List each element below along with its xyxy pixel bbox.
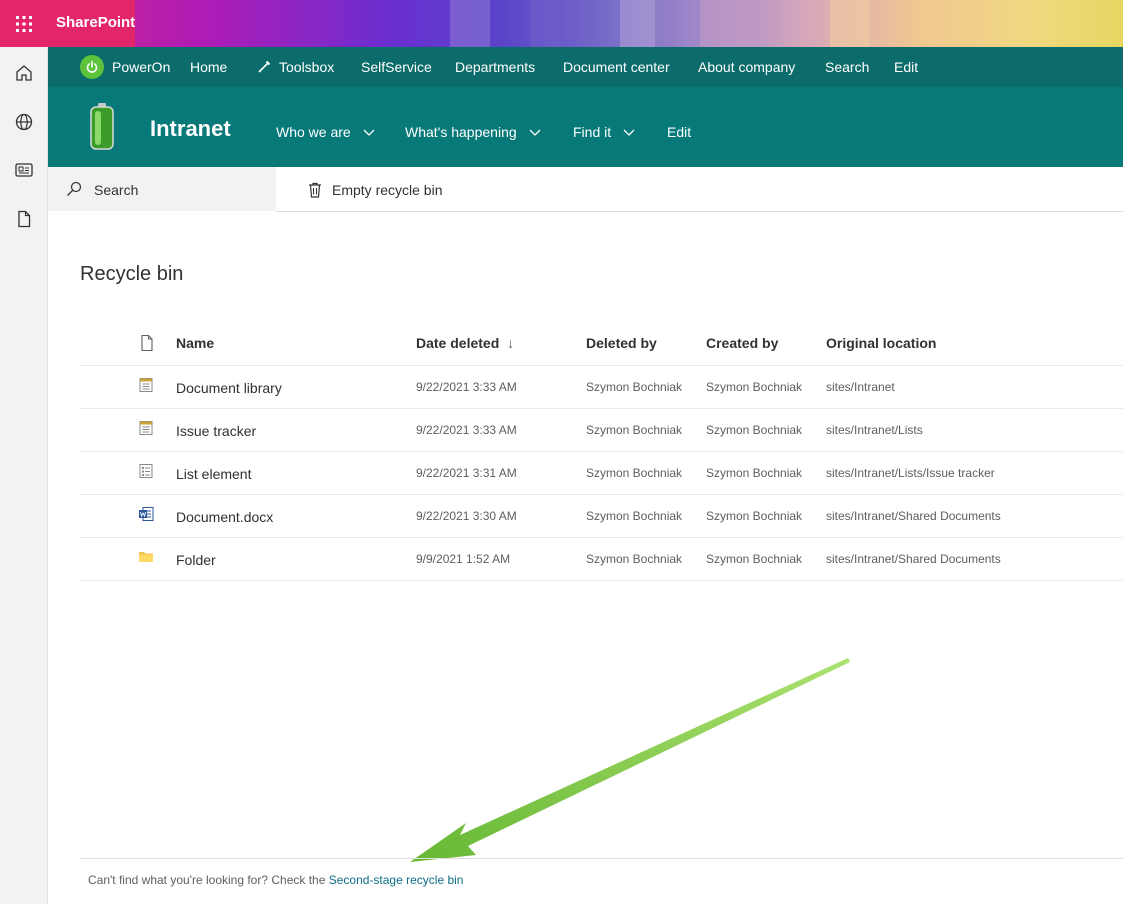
table-row[interactable]: Document library 9/22/2021 3:33 AM Szymo… [80, 365, 1123, 408]
home-icon[interactable] [14, 63, 34, 83]
hub-item-document-center[interactable]: Document center [563, 59, 670, 75]
site-nav-whats-happening[interactable]: What's happening [405, 124, 541, 140]
list-item-icon [138, 463, 154, 479]
hub-item-toolsbox[interactable]: Toolsbox [279, 59, 334, 75]
row-created-by: Szymon Bochniak [706, 423, 803, 437]
column-header-name[interactable]: Name [176, 335, 214, 351]
chevron-down-icon [529, 129, 541, 136]
site-nav-find-it[interactable]: Find it [573, 124, 635, 140]
column-header-created-by[interactable]: Created by [706, 335, 778, 351]
row-created-by: Szymon Bochniak [706, 552, 803, 566]
footer-divider [80, 858, 1123, 859]
word-icon [138, 506, 154, 522]
green-arrow-annotation [410, 658, 850, 862]
suite-bar-decoration [620, 0, 655, 47]
site-nav-label: Who we are [276, 124, 351, 140]
row-original-location: sites/Intranet/Lists/Issue tracker [826, 466, 995, 480]
site-nav-edit[interactable]: Edit [667, 124, 691, 140]
waffle-icon [15, 15, 32, 32]
row-name: List element [176, 466, 252, 482]
empty-recycle-bin-label: Empty recycle bin [332, 182, 443, 198]
row-deleted-by: Szymon Bochniak [586, 509, 683, 523]
column-header-deleted-by[interactable]: Deleted by [586, 335, 657, 351]
site-nav-who-we-are[interactable]: Who we are [276, 124, 375, 140]
sharepoint-brand-link[interactable]: SharePoint [56, 14, 135, 31]
trash-icon [309, 182, 321, 198]
row-name: Document.docx [176, 509, 274, 525]
app-launcher-button[interactable] [0, 0, 47, 47]
row-date-deleted: 9/9/2021 1:52 AM [416, 552, 511, 566]
footer-message: Can't find what you're looking for? Chec… [88, 873, 463, 887]
table-row[interactable]: Folder 9/9/2021 1:52 AM Szymon Bochniak … [80, 537, 1123, 580]
row-original-location: sites/Intranet [826, 380, 895, 394]
file-type-icon[interactable] [138, 334, 156, 352]
row-created-by: Szymon Bochniak [706, 466, 803, 480]
suite-bar-decoration [830, 0, 870, 47]
row-date-deleted: 9/22/2021 3:30 AM [416, 509, 517, 523]
suite-bar [0, 0, 1123, 47]
list-icon [138, 420, 154, 436]
chevron-down-icon [363, 129, 375, 136]
sort-descending-icon: ↓ [507, 335, 515, 351]
hub-item-departments[interactable]: Departments [455, 59, 535, 75]
footer-text: Can't find what you're looking for? Chec… [88, 873, 329, 887]
row-date-deleted: 9/22/2021 3:33 AM [416, 380, 517, 394]
column-header-label: Date deleted [416, 335, 500, 351]
table-row[interactable]: Document.docx 9/22/2021 3:30 AM Szymon B… [80, 494, 1123, 537]
hub-item-poweron[interactable]: PowerOn [112, 59, 170, 75]
row-created-by: Szymon Bochniak [706, 380, 803, 394]
suite-bar-decoration [530, 0, 560, 47]
search-box [48, 167, 276, 211]
list-icon [138, 377, 154, 393]
row-name: Issue tracker [176, 423, 257, 439]
column-header-date-deleted[interactable]: Date deleted ↓ [416, 335, 514, 351]
table-row[interactable]: Issue tracker 9/22/2021 3:33 AM Szymon B… [80, 408, 1123, 451]
battery-logo-icon[interactable] [88, 103, 116, 151]
folder-icon [138, 549, 154, 565]
row-name: Document library [176, 380, 282, 396]
empty-recycle-bin-button[interactable]: Empty recycle bin [306, 178, 442, 202]
row-date-deleted: 9/22/2021 3:33 AM [416, 423, 517, 437]
suite-bar-decoration [450, 0, 490, 47]
row-deleted-by: Szymon Bochniak [586, 552, 683, 566]
row-original-location: sites/Intranet/Shared Documents [826, 552, 1001, 566]
left-app-bar [0, 47, 48, 904]
news-icon[interactable] [14, 160, 34, 180]
hub-item-about-company[interactable]: About company [698, 59, 795, 75]
page-title: Recycle bin [80, 263, 184, 285]
site-title[interactable]: Intranet [150, 116, 231, 142]
column-header-original-location[interactable]: Original location [826, 335, 936, 351]
toolbox-icon [256, 59, 272, 75]
chevron-down-icon [623, 129, 635, 136]
hub-item-selfservice[interactable]: SelfService [361, 59, 432, 75]
row-original-location: sites/Intranet/Shared Documents [826, 509, 1001, 523]
row-created-by: Szymon Bochniak [706, 509, 803, 523]
command-bar-divider [276, 211, 1123, 212]
hub-item-search[interactable]: Search [825, 59, 869, 75]
poweron-logo-icon[interactable] [80, 55, 104, 79]
hub-item-home[interactable]: Home [190, 59, 227, 75]
search-icon [67, 181, 82, 196]
site-nav-label: Edit [667, 124, 692, 140]
document-icon[interactable] [14, 209, 34, 229]
globe-icon[interactable] [14, 112, 34, 132]
row-deleted-by: Szymon Bochniak [586, 466, 683, 480]
table-bottom-divider [80, 580, 1123, 581]
row-name: Folder [176, 552, 216, 568]
table-row[interactable]: List element 9/22/2021 3:31 AM Szymon Bo… [80, 451, 1123, 494]
second-stage-recycle-bin-link[interactable]: Second-stage recycle bin [329, 873, 464, 887]
row-original-location: sites/Intranet/Lists [826, 423, 923, 437]
search-input[interactable] [94, 179, 264, 201]
row-deleted-by: Szymon Bochniak [586, 423, 683, 437]
row-date-deleted: 9/22/2021 3:31 AM [416, 466, 517, 480]
site-nav-label: What's happening [405, 124, 517, 140]
hub-item-edit[interactable]: Edit [894, 59, 918, 75]
suite-bar-decoration [700, 0, 750, 47]
site-nav-label: Find it [573, 124, 612, 140]
row-deleted-by: Szymon Bochniak [586, 380, 683, 394]
